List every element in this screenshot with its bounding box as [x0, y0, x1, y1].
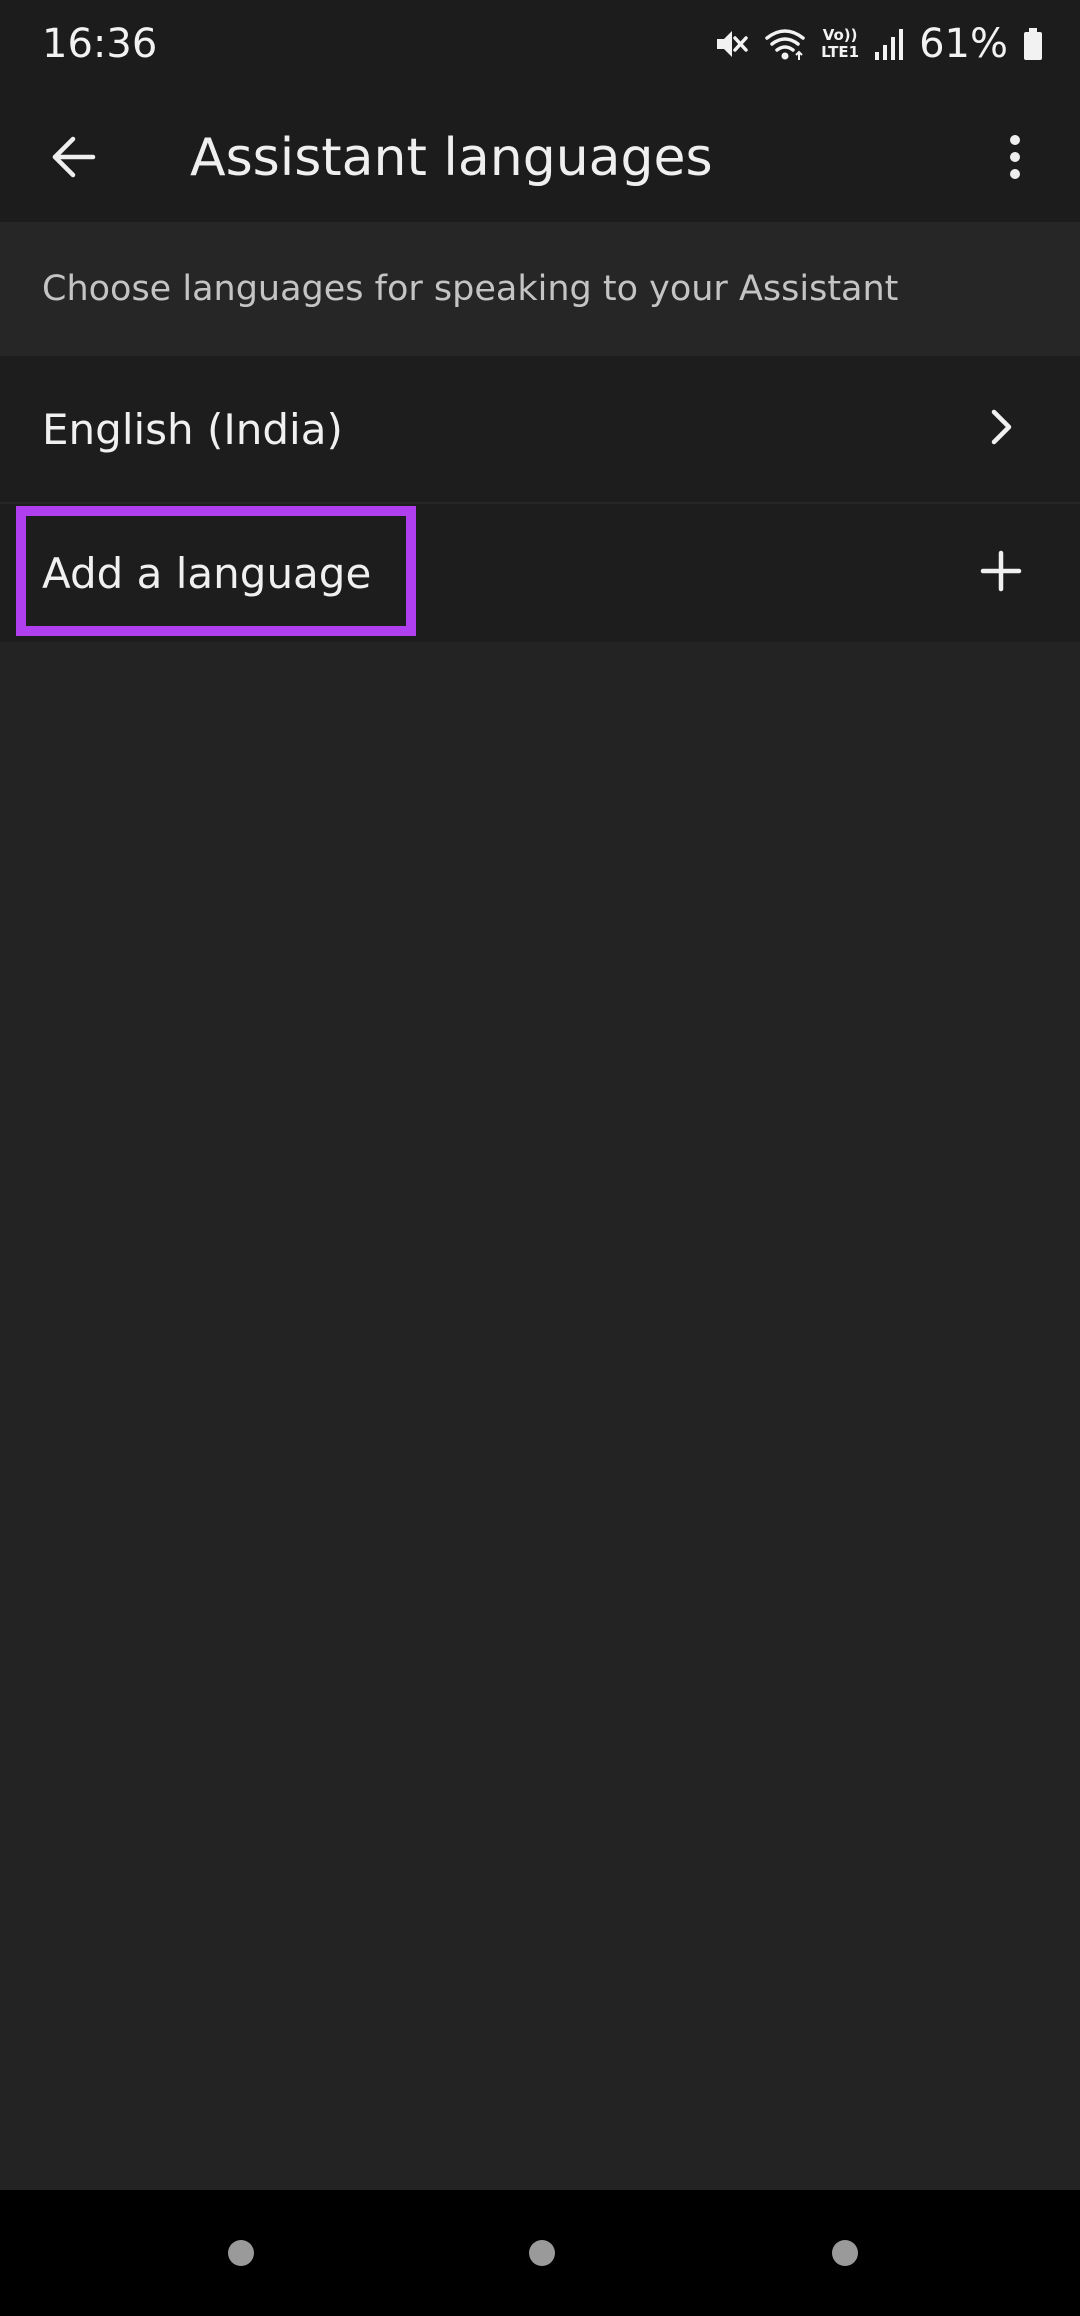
- recent-apps-button[interactable]: [228, 2240, 254, 2266]
- mute-icon: [713, 26, 749, 62]
- network-badge-bottom: LTE1: [821, 43, 860, 61]
- status-time: 16:36: [42, 21, 158, 67]
- more-vertical-icon: [1005, 133, 1025, 185]
- battery-percent: 61%: [919, 21, 1008, 67]
- more-options-button[interactable]: [972, 116, 1058, 202]
- navigation-bar: [0, 2190, 1080, 2316]
- add-language-label: Add a language: [42, 549, 372, 598]
- add-language-button[interactable]: [958, 530, 1044, 616]
- language-label: English (India): [42, 405, 343, 454]
- wifi-icon: [763, 26, 807, 62]
- page-title: Assistant languages: [190, 128, 713, 188]
- description-text: Choose languages for speaking to your As…: [42, 269, 899, 309]
- home-button[interactable]: [529, 2240, 555, 2266]
- battery-icon: [1022, 26, 1044, 62]
- network-badge-top: Vo)): [822, 26, 858, 44]
- add-language-item[interactable]: Add a language: [0, 504, 1080, 642]
- screen: 16:36 Vo)) LTE1 61% Assistant languages …: [0, 0, 1080, 2316]
- back-button[interactable]: [30, 116, 116, 202]
- chevron-right-icon: [986, 407, 1016, 451]
- description-header: Choose languages for speaking to your As…: [0, 222, 1080, 356]
- language-chevron: [958, 386, 1044, 472]
- signal-icon: [873, 26, 905, 62]
- plus-icon: [979, 549, 1023, 597]
- lte-icon: Vo)) LTE1: [821, 27, 859, 61]
- language-item[interactable]: English (India): [0, 356, 1080, 502]
- status-icons: Vo)) LTE1 61%: [713, 18, 1044, 70]
- arrow-left-icon: [49, 133, 97, 185]
- back-nav-button[interactable]: [832, 2240, 858, 2266]
- toolbar: Assistant languages: [0, 88, 1080, 222]
- status-bar: 16:36 Vo)) LTE1 61%: [0, 0, 1080, 88]
